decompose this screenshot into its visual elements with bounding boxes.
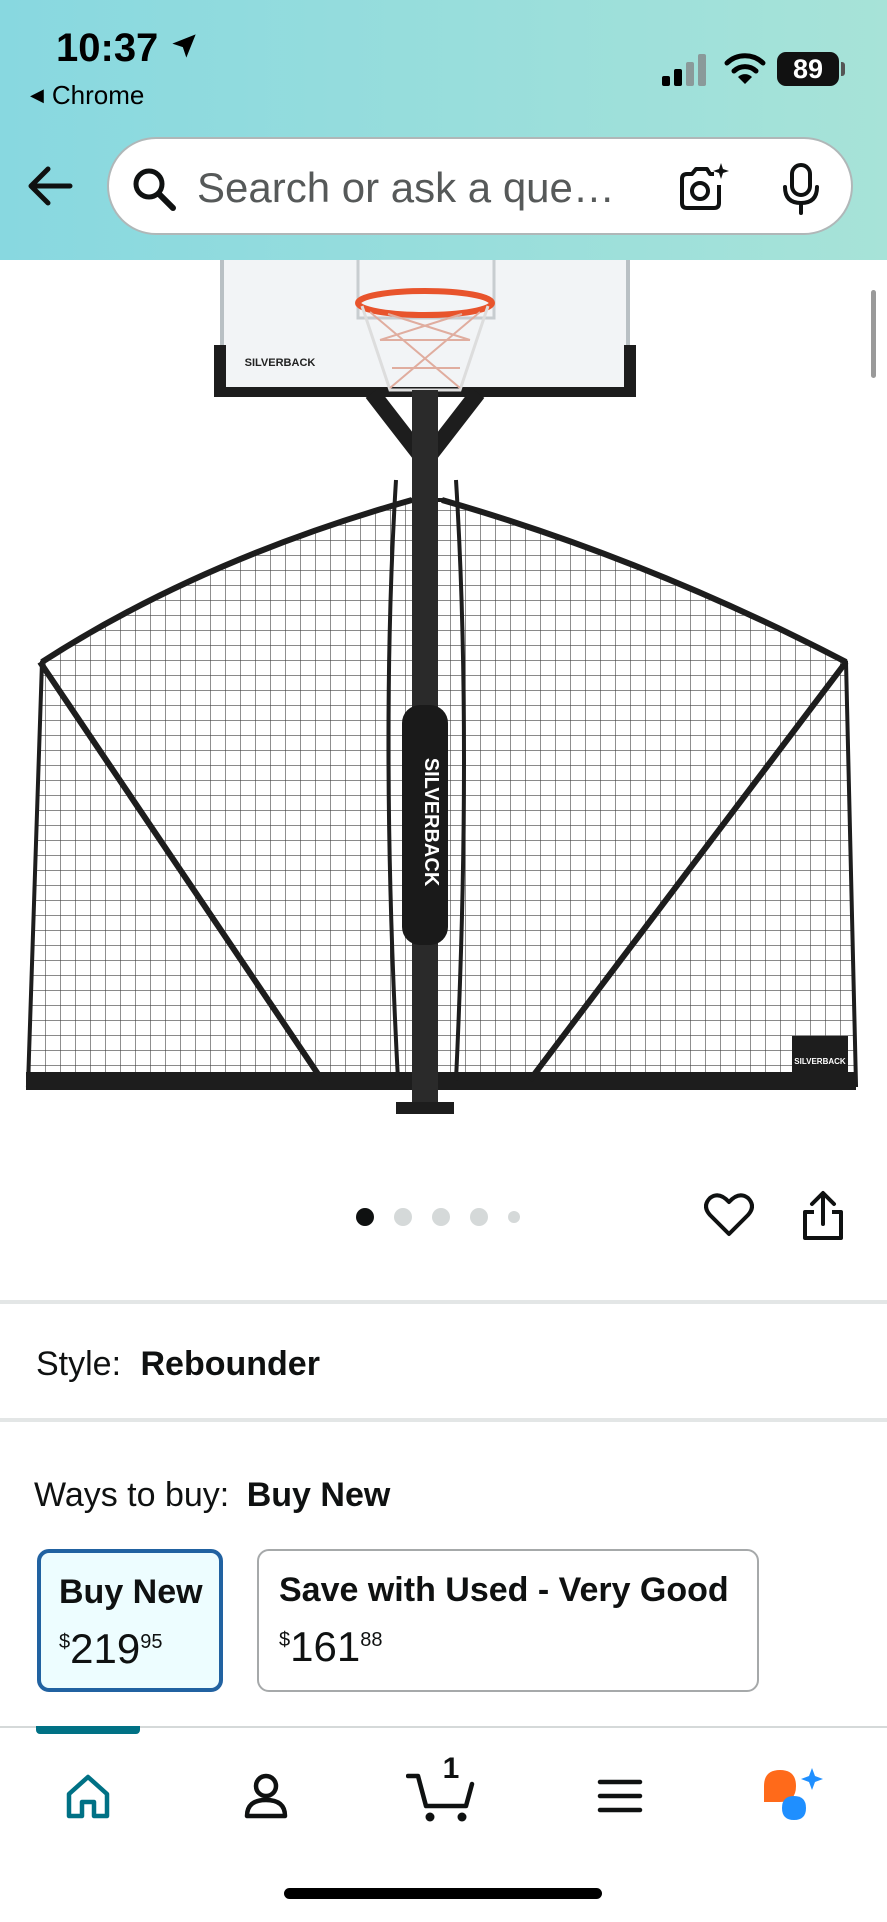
product-image[interactable]: SILVERBACK SILVERBACK SILVERBACK — [0, 260, 887, 1130]
back-triangle-icon: ◀ — [30, 85, 44, 105]
battery-indicator: 89 — [777, 52, 839, 86]
microphone-icon[interactable] — [781, 163, 821, 215]
section-divider — [0, 1418, 887, 1422]
page-scrollbar[interactable] — [871, 290, 876, 378]
wifi-icon — [724, 53, 766, 84]
back-arrow-icon[interactable] — [26, 164, 74, 208]
used-very-good-option[interactable]: Save with Used - Very Good $ 161 88 — [257, 1549, 759, 1692]
back-app-label: Chrome — [51, 80, 145, 110]
active-tab-indicator — [36, 1726, 140, 1734]
pole-brand-text: SILVERBACK — [420, 758, 442, 887]
heart-icon[interactable] — [704, 1192, 754, 1238]
style-row[interactable]: Style: Rebounder — [36, 1345, 320, 1384]
section-divider — [0, 1300, 887, 1304]
browser-header: 10:37 ◀ Chrome 89 Search or ask a que… — [0, 0, 887, 260]
price-currency: $ — [59, 1631, 71, 1653]
backboard-brand-text: SILVERBACK — [245, 357, 316, 369]
option-title: Save with Used - Very Good — [279, 1571, 729, 1609]
hamburger-icon[interactable] — [596, 1772, 644, 1820]
home-indicator-bar — [284, 1888, 602, 1899]
carousel-dot[interactable] — [470, 1208, 488, 1226]
ways-to-buy-label: Ways to buy: — [34, 1476, 230, 1514]
price-currency: $ — [279, 1629, 291, 1651]
carousel-dot-active[interactable] — [356, 1208, 374, 1226]
ways-to-buy-value: Buy New — [246, 1476, 391, 1514]
price-whole: 219 — [70, 1625, 141, 1672]
status-time: 10:37 — [56, 26, 159, 70]
camera-lens-icon[interactable] — [677, 163, 729, 213]
option-title: Buy New — [59, 1573, 203, 1611]
carousel-dot[interactable] — [394, 1208, 412, 1226]
home-icon[interactable] — [64, 1772, 112, 1820]
net-brand-text: SILVERBACK — [794, 1057, 846, 1066]
style-label: Style: — [36, 1345, 122, 1383]
image-carousel-dots[interactable] — [356, 1208, 520, 1226]
buy-new-option[interactable]: Buy New $ 219 95 — [37, 1549, 223, 1692]
search-box[interactable]: Search or ask a que… — [107, 137, 853, 235]
back-to-app-link[interactable]: ◀ Chrome — [30, 80, 144, 111]
search-icon — [133, 168, 176, 211]
person-icon[interactable] — [242, 1772, 290, 1820]
battery-nub — [841, 62, 845, 76]
option-price: $ 219 95 — [59, 1625, 162, 1673]
search-input[interactable]: Search or ask a que… — [197, 164, 615, 212]
price-fraction: 95 — [140, 1631, 163, 1653]
price-whole: 161 — [290, 1623, 361, 1670]
cart-count-badge: 1 — [442, 1752, 460, 1785]
carousel-dot[interactable] — [508, 1211, 520, 1223]
ways-to-buy-heading: Ways to buy: Buy New — [34, 1476, 390, 1515]
carousel-dot[interactable] — [432, 1208, 450, 1226]
share-icon[interactable] — [800, 1190, 846, 1242]
location-arrow-icon — [172, 34, 196, 58]
option-price: $ 161 88 — [279, 1623, 382, 1671]
chat-sparkle-icon[interactable] — [762, 1766, 826, 1824]
style-value: Rebounder — [140, 1345, 320, 1383]
price-fraction: 88 — [360, 1629, 383, 1651]
signal-icon — [662, 54, 706, 86]
